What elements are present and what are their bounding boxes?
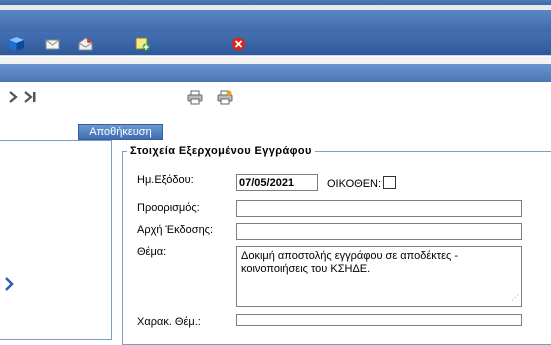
okothen-label: ΟΙΚΟΘΕΝ: xyxy=(327,178,382,190)
destination-label: Προορισμός: xyxy=(137,202,200,214)
subject-char-label: Χαρακ. Θέμ.: xyxy=(137,316,201,328)
title-bar xyxy=(0,10,551,32)
close-icon[interactable] xyxy=(231,37,246,51)
exit-date-label: Ημ.Εξόδου: xyxy=(137,174,194,186)
left-panel xyxy=(0,140,112,340)
cube-icon[interactable] xyxy=(9,37,24,51)
exit-date-field[interactable]: 07/05/2021 xyxy=(236,174,318,191)
destination-field[interactable] xyxy=(236,200,522,217)
save-button[interactable]: Αποθήκευση xyxy=(78,124,163,140)
issuing-authority-label: Αρχή Έκδοσης: xyxy=(137,224,214,236)
subject-text: Δοκιμή αποστολής εγγράφου σε αποδέκτες -… xyxy=(241,250,458,275)
okothen-checkbox[interactable] xyxy=(383,176,396,189)
subject-char-field[interactable] xyxy=(236,314,522,326)
print-icon[interactable] xyxy=(187,90,203,105)
separator xyxy=(0,57,551,64)
chevron-last-icon[interactable] xyxy=(24,91,38,103)
expand-panel-icon[interactable] xyxy=(4,277,14,291)
resize-grip-icon[interactable]: ⋰ xyxy=(511,291,519,304)
chevron-right-icon[interactable] xyxy=(8,91,18,103)
fieldset-legend: Στοιχεία Εξερχομένου Εγγράφου xyxy=(130,145,312,157)
mail-open-icon[interactable] xyxy=(78,37,93,51)
print-preview-icon[interactable] xyxy=(217,90,233,105)
subject-textarea[interactable]: Δοκιμή αποστολής εγγράφου σε αποδέκτες -… xyxy=(236,246,522,307)
issuing-authority-field[interactable] xyxy=(236,223,522,240)
mail-icon[interactable] xyxy=(45,37,60,51)
sub-header-bar xyxy=(0,64,551,82)
subject-label: Θέμα: xyxy=(137,246,167,258)
note-add-icon[interactable] xyxy=(135,37,150,51)
toolbar xyxy=(0,32,551,56)
